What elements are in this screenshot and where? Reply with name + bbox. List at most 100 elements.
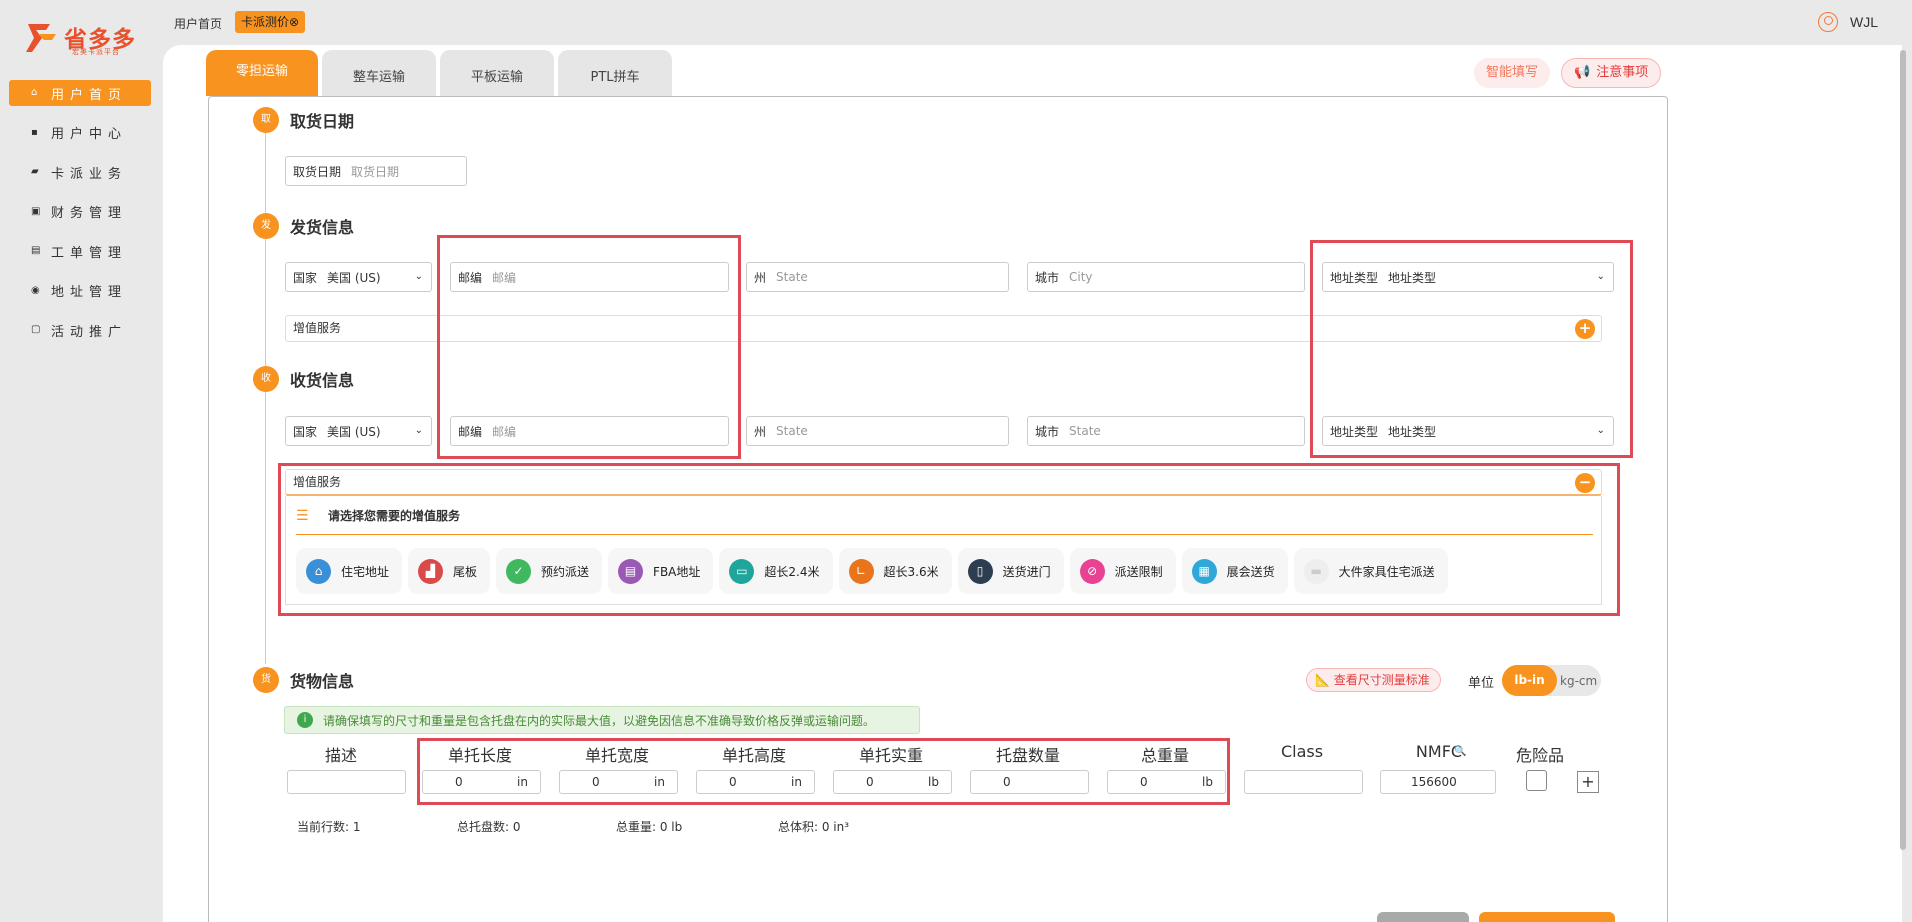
field-placeholder: 取货日期 [351,164,400,179]
unit-toggle[interactable]: lb-in kg-cm [1502,665,1601,696]
vas-option-residential[interactable]: ⌂ 住宅地址 [296,548,403,594]
vas-option-label: 送货进门 [1002,564,1051,579]
shipper-city-input[interactable]: 城市 City [1027,262,1305,292]
col-header: 单托宽度 [584,746,649,765]
house-icon: ⌂ [306,558,331,584]
tab-flatbed[interactable]: 平板运输 [440,50,555,96]
tab-ptl[interactable]: PTL拼车 [558,50,673,96]
nmfc-input[interactable]: 156600 [1380,770,1496,794]
user-icon [1818,12,1838,32]
collapse-minus-icon[interactable]: − [1575,473,1595,493]
weight-input[interactable]: 0 lb [833,770,952,794]
receiver-zip-input[interactable]: 邮编 邮编 [450,416,729,446]
unit-option-kg-cm[interactable]: kg-cm [1557,674,1597,688]
shipper-zip-input[interactable]: 邮编 邮编 [450,262,729,292]
close-circle-icon[interactable]: ⊗ [289,15,299,29]
add-row-button[interactable]: + [1577,771,1599,793]
cell-unit: lb [928,775,939,789]
ruler-corner-icon: ∟ [848,558,874,584]
info-icon: i [297,712,313,728]
vas-panel-title: ☰ 请选择您需要的增值服务 [296,507,460,524]
tab-ftl[interactable]: 整车运输 [322,50,437,96]
col-header: 单托实重 [858,746,923,765]
height-input[interactable]: 0 in [696,770,815,794]
description-input[interactable] [287,770,406,794]
col-header: 单托长度 [447,746,512,765]
vas-option-liftgate[interactable]: ▟ 尾板 [408,548,491,594]
shipper-vas-bar[interactable]: 增值服务 + [285,315,1602,342]
hazmat-checkbox[interactable] [1526,770,1547,791]
receiver-country-select[interactable]: 国家 美国 (US) ⌄ [285,416,432,446]
vertical-scrollbar[interactable] [1900,50,1906,850]
chevron-down-icon: ⌄ [414,425,423,436]
col-header: 总重量 [1140,746,1189,765]
vas-option-trade-show[interactable]: ▦ 展会送货 [1181,548,1288,594]
sidebar-item-truck-business[interactable]: ▰ 卡派业务 [9,159,151,185]
field-placeholder: 邮编 [492,270,517,285]
unit-label: 单位 [1468,676,1495,691]
total-weight-input[interactable]: 0 lb [1107,770,1226,794]
vas-option-fba[interactable]: ▤ FBA地址 [608,548,714,594]
sidebar-item-tickets[interactable]: ▤ 工单管理 [9,238,151,264]
active-page-tag[interactable]: 卡派测价⊗ [235,11,306,33]
receiver-state-input[interactable]: 州 State [746,416,1009,446]
chevron-down-icon: ⌄ [1596,271,1605,282]
pallet-count-input[interactable]: 0 [970,770,1089,794]
sidebar-item-promotions[interactable]: ▢ 活动推广 [9,317,151,343]
door-icon: ▯ [967,558,993,584]
vas-option-label: 展会送货 [1226,564,1275,579]
expand-plus-icon[interactable]: + [1575,319,1595,339]
stat-weight: 总重量: 0 lb [616,820,683,834]
alert-text: 请确保填写的尺寸和重量是包含托盘在内的实际最大值，以避免因信息不准确导致价格反弹… [323,713,876,728]
vas-option-overlength-2-4[interactable]: ▭ 超长2.4米 [719,548,833,594]
sidebar-item-label: 财务管理 [51,206,128,221]
section-title: 收货信息 [290,371,355,390]
receiver-vas-bar[interactable]: 增值服务 − [285,469,1602,496]
shipper-address-type-select[interactable]: 地址类型 地址类型 ⌄ [1322,262,1614,292]
home-breadcrumb-link[interactable]: 用户首页 [174,15,222,32]
truck-icon: ▰ [31,166,39,177]
shipper-country-select[interactable]: 国家 美国 (US) ⌄ [285,262,432,292]
sidebar-item-finance[interactable]: ▣ 财务管理 [9,199,151,225]
size-standard-button[interactable]: 📐 查看尺寸测量标准 [1306,668,1441,692]
sidebar-item-label: 卡派业务 [51,166,128,182]
sidebar-item-label: 工单管理 [51,245,128,261]
vas-option-appointment[interactable]: ✓ 预约派送 [496,548,603,594]
sidebar-item-user-center[interactable]: ▪ 用户中心 [9,120,151,146]
vas-option-overlength-3-6[interactable]: ∟ 超长3.6米 [838,548,952,594]
shipper-section-header: 发 发货信息 [253,213,354,239]
ruler-icon: ▭ [729,558,755,584]
notice-button[interactable]: 📢 注意事项 [1561,58,1662,88]
cargo-alert: i 请确保填写的尺寸和重量是包含托盘在内的实际最大值，以避免因信息不准确导致价格… [284,706,920,734]
pickup-section-header: 取 取货日期 [253,107,354,133]
shipper-state-input[interactable]: 州 State [746,262,1009,292]
smart-fill-button[interactable]: 智能填写 [1474,58,1551,88]
vas-option-inside-delivery[interactable]: ▯ 送货进门 [957,548,1064,594]
vas-option-furniture[interactable]: ▬ 大件家具住宅派送 [1293,548,1448,594]
brand-logo[interactable]: 省多多 宏美卡派平台 [24,18,142,58]
ticket-icon: ▤ [31,245,41,256]
gift-icon: ▢ [31,324,41,335]
cell-value: 156600 [1411,775,1457,789]
field-placeholder: State [776,270,808,284]
pickup-date-field[interactable]: 取货日期 取货日期 [285,156,467,186]
class-input[interactable] [1244,770,1363,794]
submit-button[interactable] [1479,912,1615,922]
receiver-city-input[interactable]: 城市 State [1027,416,1305,446]
field-label: 地址类型 [1330,270,1379,285]
sidebar-item-address[interactable]: ◉ 地址管理 [9,278,151,304]
length-input[interactable]: 0 in [422,770,541,794]
sidebar-item-home[interactable]: ⌂ 用户首页 [9,80,151,106]
width-input[interactable]: 0 in [559,770,678,794]
search-icon[interactable]: 🔍 [1454,746,1466,757]
user-menu[interactable]: WJL [1818,12,1878,32]
col-header: 单托高度 [721,746,786,765]
liftgate-icon: ▟ [418,558,444,584]
tab-ltl[interactable]: 零担运输 [206,50,319,96]
unit-option-lb-in[interactable]: lb-in [1502,665,1557,696]
field-label: 城市 [1035,424,1060,439]
receiver-address-type-select[interactable]: 地址类型 地址类型 ⌄ [1322,416,1614,446]
vas-option-delivery-restriction[interactable]: ⊘ 派送限制 [1069,548,1176,594]
reset-button[interactable] [1377,912,1469,922]
col-header: Class [1280,742,1324,761]
